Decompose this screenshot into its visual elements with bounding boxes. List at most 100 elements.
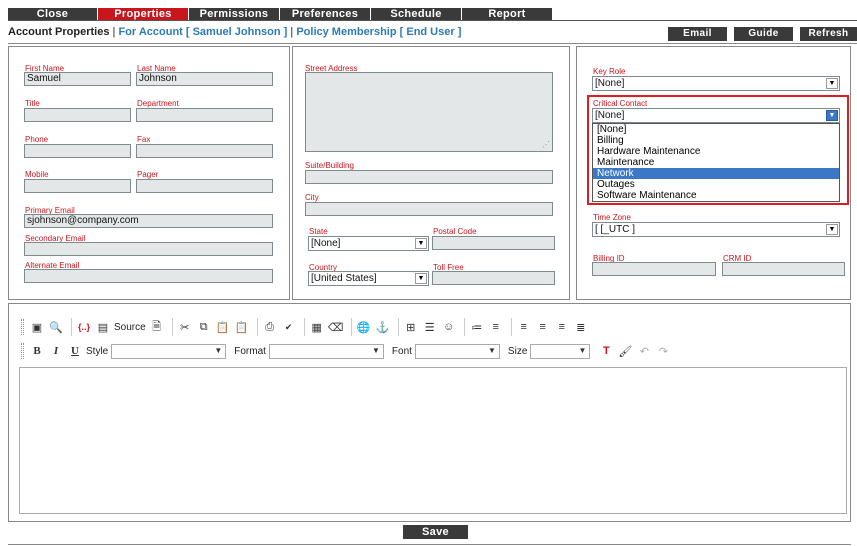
smiley-icon[interactable]: ☺ xyxy=(441,319,457,335)
insert-table-icon[interactable]: ⊞ xyxy=(403,319,419,335)
department-input[interactable] xyxy=(136,108,273,122)
document-icon[interactable]: 🗎 xyxy=(149,319,165,335)
postal-code-input[interactable] xyxy=(432,236,555,250)
numbered-list-icon[interactable]: ≔ xyxy=(469,319,485,335)
breadcrumb: Account Properties | For Account [ Samue… xyxy=(8,26,461,38)
code-icon[interactable]: {..} xyxy=(76,319,92,335)
state-label: State xyxy=(309,227,328,236)
title-label: Title xyxy=(25,99,40,108)
print-icon[interactable]: ⎙ xyxy=(262,319,278,335)
underline-icon[interactable]: U xyxy=(67,343,83,359)
city-input[interactable] xyxy=(305,202,553,216)
align-justify-icon[interactable]: ≣ xyxy=(573,319,589,335)
eraser-icon[interactable]: ⌫ xyxy=(328,319,344,335)
horizontal-rule-icon[interactable]: ☰ xyxy=(422,319,438,335)
format-select[interactable]: ▼ xyxy=(268,343,384,359)
align-center-icon[interactable]: ≡ xyxy=(535,319,551,335)
tab-permissions[interactable]: Permissions xyxy=(189,8,280,20)
mobile-label: Mobile xyxy=(25,170,49,179)
source-button[interactable]: Source xyxy=(114,322,146,333)
last-name-input[interactable]: Johnson xyxy=(136,72,273,86)
align-left-icon[interactable]: ≡ xyxy=(516,319,532,335)
toolbar-row-1: ▣ 🔍 {..} ▤ Source 🗎 ✂ ⧉ 📋 📋 ⎙ ✔ ▦ ⌫ 🌐 ⚓ … xyxy=(21,316,592,338)
editor-toolbar: ▣ 🔍 {..} ▤ Source 🗎 ✂ ⧉ 📋 📋 ⎙ ✔ ▦ ⌫ 🌐 ⚓ … xyxy=(21,312,849,364)
spellcheck-icon[interactable]: ✔ xyxy=(281,319,297,335)
toolbar-grip xyxy=(21,343,24,359)
phone-input[interactable] xyxy=(24,144,131,158)
background-color-icon[interactable]: 🖌 xyxy=(617,343,633,359)
paste-word-icon[interactable]: 📋 xyxy=(234,319,250,335)
font-select[interactable]: ▼ xyxy=(414,343,500,359)
anchor-icon[interactable]: ⚓ xyxy=(375,319,391,335)
state-select-value: [None] xyxy=(311,238,341,249)
primary-email-input[interactable]: sjohnson@company.com xyxy=(24,214,273,228)
breadcrumb-policy-link[interactable]: Policy Membership [ End User ] xyxy=(296,26,461,38)
chevron-down-icon[interactable]: ▼ xyxy=(415,273,427,284)
size-select[interactable]: ▼ xyxy=(530,343,591,359)
street-address-textarea[interactable]: ⋰ xyxy=(305,72,553,152)
key-role-select[interactable]: [None] ▼ xyxy=(592,76,840,91)
tab-report[interactable]: Report xyxy=(462,8,553,20)
breadcrumb-for-account-link[interactable]: For Account [ Samuel Johnson ] xyxy=(118,26,287,38)
chevron-down-icon: ▼ xyxy=(488,345,496,355)
undo-icon[interactable]: ↶ xyxy=(636,343,652,359)
mobile-input[interactable] xyxy=(24,179,131,193)
alternate-email-input[interactable] xyxy=(24,269,273,283)
fax-input[interactable] xyxy=(136,144,273,158)
table-icon[interactable]: ▦ xyxy=(309,319,325,335)
suite-building-input[interactable] xyxy=(305,170,553,184)
tab-properties[interactable]: Properties xyxy=(98,8,189,20)
tab-schedule[interactable]: Schedule xyxy=(371,8,462,20)
first-name-input[interactable]: Samuel xyxy=(24,72,131,86)
redo-icon[interactable]: ↷ xyxy=(655,343,671,359)
link-icon[interactable]: 🌐 xyxy=(356,319,372,335)
format-label: Format xyxy=(234,345,266,357)
copy-icon[interactable]: ⧉ xyxy=(196,319,212,335)
toll-free-input[interactable] xyxy=(432,271,555,285)
save-button[interactable]: Save xyxy=(403,525,468,539)
state-select[interactable]: [None] ▼ xyxy=(308,236,429,251)
paste-icon[interactable]: 📋 xyxy=(215,319,231,335)
suite-building-label: Suite/Building xyxy=(305,161,354,170)
breadcrumb-current: Account Properties xyxy=(8,26,110,38)
country-select[interactable]: [United States] ▼ xyxy=(308,271,429,286)
time-zone-select[interactable]: [ [_UTC ] ▼ xyxy=(592,222,840,237)
bulleted-list-icon[interactable]: ≡ xyxy=(488,319,504,335)
pager-input[interactable] xyxy=(136,179,273,193)
title-input[interactable] xyxy=(24,108,131,122)
chevron-down-icon[interactable]: ▼ xyxy=(826,78,838,89)
tab-preferences[interactable]: Preferences xyxy=(280,8,371,20)
bold-icon[interactable]: B xyxy=(29,343,45,359)
resize-grip-icon[interactable]: ⋰ xyxy=(542,139,550,151)
footer-divider xyxy=(8,544,851,545)
crm-id-input[interactable] xyxy=(722,262,845,276)
toolbar-separator xyxy=(350,318,352,336)
country-select-value: [United States] xyxy=(311,273,377,284)
preview-icon[interactable]: ▣ xyxy=(29,319,45,335)
editor-content-area[interactable] xyxy=(19,367,847,514)
style-select[interactable]: ▼ xyxy=(111,343,227,359)
italic-icon[interactable]: I xyxy=(48,343,64,359)
chevron-down-icon: ▼ xyxy=(371,345,380,355)
department-label: Department xyxy=(137,99,179,108)
secondary-email-input[interactable] xyxy=(24,242,273,256)
postal-code-label: Postal Code xyxy=(433,227,477,236)
guide-button[interactable]: Guide xyxy=(734,27,793,41)
chevron-down-icon[interactable]: ▼ xyxy=(826,224,838,235)
style-label: Style xyxy=(86,345,109,357)
pager-label: Pager xyxy=(137,170,159,179)
chevron-down-icon[interactable]: ▼ xyxy=(415,238,427,249)
align-right-icon[interactable]: ≡ xyxy=(554,319,570,335)
header-divider xyxy=(8,43,857,44)
search-icon[interactable]: 🔍 xyxy=(48,319,64,335)
refresh-button[interactable]: Refresh xyxy=(800,27,857,41)
cut-icon[interactable]: ✂ xyxy=(177,319,193,335)
toolbar-row-2: B I U Style ▼ Format ▼ Font ▼ Size ▼ T 🖌… xyxy=(21,340,674,362)
text-color-icon[interactable]: T xyxy=(598,343,614,359)
tab-close[interactable]: Close xyxy=(8,8,98,20)
toolbar-separator xyxy=(256,318,258,336)
source-icon[interactable]: ▤ xyxy=(95,319,111,335)
billing-id-input[interactable] xyxy=(592,262,716,276)
email-button[interactable]: Email xyxy=(668,27,727,41)
toolbar-separator xyxy=(397,318,399,336)
